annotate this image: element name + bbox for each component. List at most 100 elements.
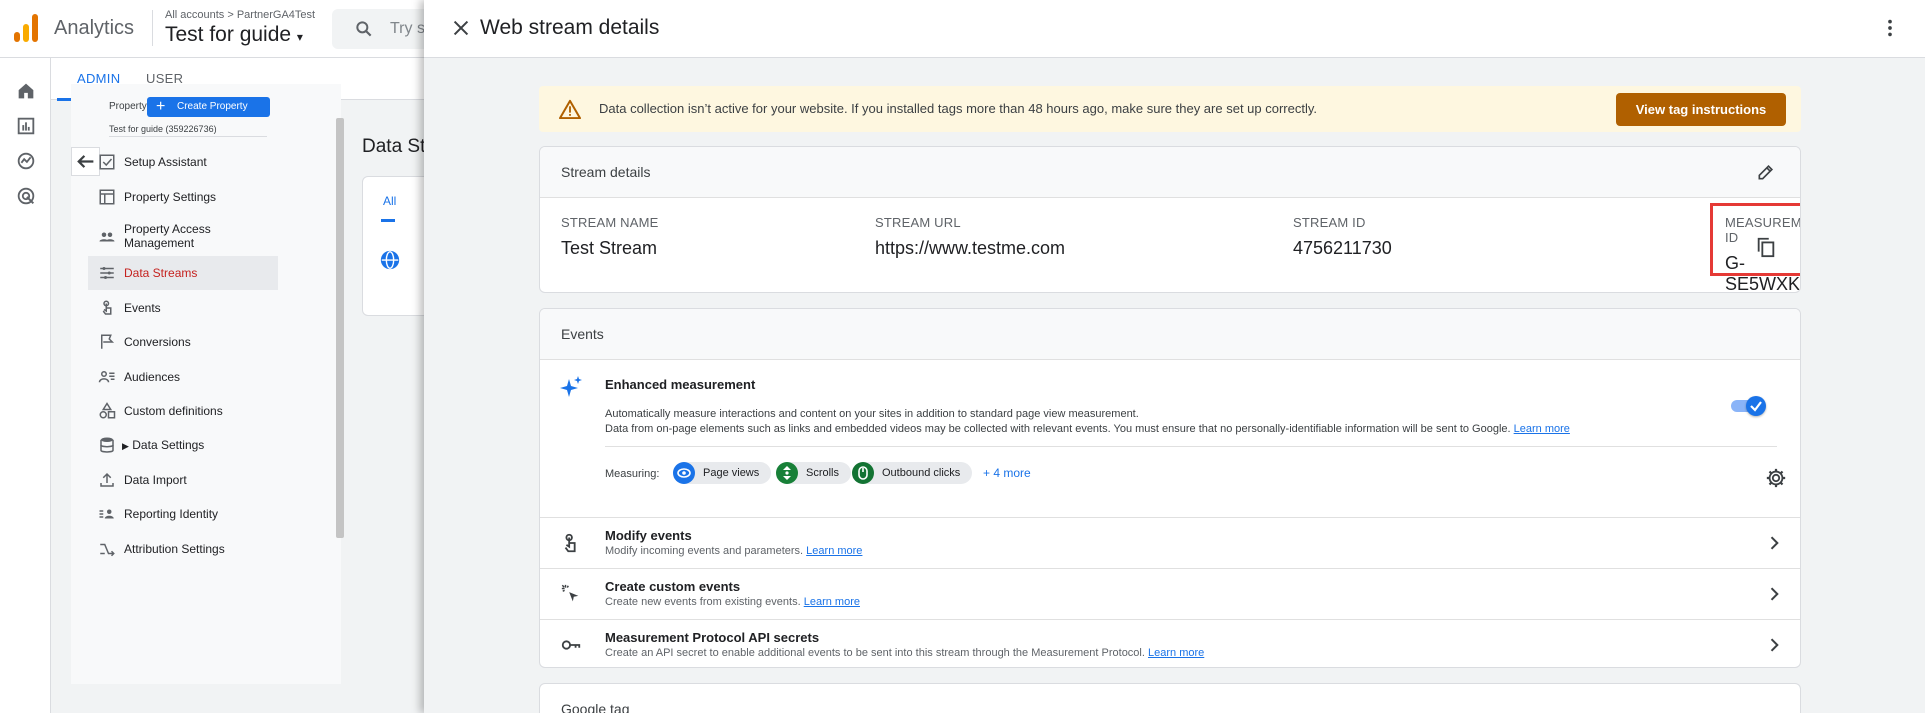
settings-page-icon [99,189,115,205]
copy-icon[interactable] [1755,236,1777,258]
upload-icon [100,472,114,487]
modify-events-row[interactable]: Modify events Modify incoming events and… [540,517,1800,568]
warning-text: Data collection isn’t active for your we… [599,101,1318,116]
nav-item-property-access-management[interactable]: Property Access Management [88,218,278,258]
learn-more-link[interactable]: Learn more [806,545,862,557]
desc-text: Create an API secret to enable additiona… [605,647,1145,659]
measurement-protocol-row[interactable]: Measurement Protocol API secrets Create … [540,619,1800,667]
analytics-logo-icon[interactable] [14,14,40,42]
edit-pencil-icon[interactable] [1756,162,1776,182]
learn-more-link[interactable]: Learn more [804,596,860,608]
people-icon [99,232,115,242]
divider [605,446,1777,447]
events-header: Events [540,309,1800,360]
stream-name-label: STREAM NAME [561,215,659,230]
enhanced-measurement-toggle[interactable] [1731,396,1766,416]
nav-item-label: Reporting Identity [124,507,219,521]
search-placeholder: Try s [390,20,425,37]
data-collection-warning: Data collection isn’t active for your we… [539,86,1801,132]
modify-events-desc: Modify incoming events and parameters. L… [605,545,862,557]
nav-item-data-settings[interactable]: ▶ Data Settings [88,428,278,462]
stream-details-header: Stream details [540,147,1800,198]
learn-more-link[interactable]: Learn more [1514,423,1570,435]
measurement-protocol-desc: Create an API secret to enable additiona… [605,647,1204,659]
eye-icon [673,462,695,484]
desc-text: Modify incoming events and parameters. [605,545,804,557]
more-measuring-link[interactable]: + 4 more [983,466,1031,480]
chip-label: Page views [703,467,760,479]
shapes-icon [99,402,116,419]
drawer-scrollbar[interactable] [1917,58,1925,713]
create-custom-events-row[interactable]: Create custom events Create new events f… [540,568,1800,619]
gear-icon[interactable] [1765,467,1787,489]
scroll-icon [776,462,798,484]
left-rail [0,58,51,713]
stream-name-value: Test Stream [561,238,658,258]
advertising-icon[interactable] [15,185,37,207]
chip-label: Outbound clicks [882,467,961,479]
google-tag-card: Google tag [539,683,1801,713]
caret-down-icon: ▾ [296,30,303,44]
mouse-icon [852,462,874,484]
nav-item-label: Setup Assistant [124,155,207,169]
sparkle-icon [560,376,582,397]
measuring-label: Measuring: [605,468,660,480]
app-name: Analytics [54,17,135,39]
home-icon[interactable] [15,80,37,102]
nav-item-events[interactable]: Events [88,291,278,325]
tab-all[interactable]: All [383,194,396,208]
enhanced-measurement-desc: Automatically measure interactions and c… [605,408,1139,420]
nav-scrollbar[interactable] [336,118,344,538]
nav-item-label: Data Import [124,473,187,487]
stream-name-field: STREAM NAME Test Stream [561,215,659,259]
search-icon [356,21,372,37]
events-title: Events [561,326,604,342]
stream-details-title: Stream details [561,164,651,180]
chip-outbound-clicks[interactable]: Outbound clicks [852,462,973,484]
checkbox-icon [99,154,115,170]
chevron-right-icon [1770,587,1779,601]
nav-item-data-streams[interactable]: Data Streams [88,256,278,290]
account-breadcrumb[interactable]: All accounts > PartnerGA4Test [165,9,315,21]
nav-item-setup-assistant[interactable]: Setup Assistant [88,145,278,179]
nav-item-label: ▶ Data Settings [122,438,204,453]
nav-item-label: Audiences [124,370,181,384]
chevron-right-icon [1770,638,1779,652]
key-icon [561,640,581,650]
stream-id-field: STREAM ID 4756211730 [1293,215,1392,259]
chip-page-views[interactable]: Page views [673,462,772,484]
nav-item-reporting-identity[interactable]: Reporting Identity [88,497,278,531]
more-vert-icon[interactable] [1879,17,1901,39]
nav-item-custom-definitions[interactable]: Custom definitions [88,394,278,428]
explore-icon[interactable] [15,150,37,172]
chip-scrolls[interactable]: Scrolls [776,462,852,484]
nav-item-label: Data Streams [124,266,198,280]
create-property-button[interactable]: + Create Property [147,97,270,117]
stream-details-card: Stream details STREAM NAME Test Stream S… [539,146,1801,293]
nav-item-label: Custom definitions [124,404,223,418]
tab-indicator [381,219,395,222]
nav-item-label: Property Settings [124,190,217,204]
reports-icon[interactable] [15,115,37,137]
chevron-right-icon [1770,536,1779,550]
divider [152,10,153,46]
view-tag-instructions-button[interactable]: View tag instructions [1616,93,1786,126]
caret-right-icon: ▶ [122,441,129,451]
nav-item-label: Conversions [124,335,191,349]
learn-more-link[interactable]: Learn more [1148,647,1204,659]
stream-id-value: 4756211730 [1293,238,1392,258]
nav-item-attribution-settings[interactable]: Attribution Settings [88,532,278,566]
stream-url-field: STREAM URL https://www.testme.com [875,215,1065,259]
property-selector[interactable]: Test for guide ▾ [165,23,303,47]
nav-item-audiences[interactable]: Audiences [88,360,278,394]
stream-id-label: STREAM ID [1293,215,1366,230]
events-card: Events Enhanced measurement Automaticall… [539,308,1801,668]
enhanced-measurement-desc-2: Data from on-page elements such as links… [605,423,1570,435]
nav-item-property-settings[interactable]: Property Settings [88,180,278,214]
plus-icon: + [156,98,166,115]
nav-item-conversions[interactable]: Conversions [88,325,278,359]
nav-item-label: Property Access Management [124,222,211,250]
nav-item-data-import[interactable]: Data Import [88,463,278,497]
data-streams-icon [100,267,114,279]
close-icon[interactable] [450,17,472,39]
